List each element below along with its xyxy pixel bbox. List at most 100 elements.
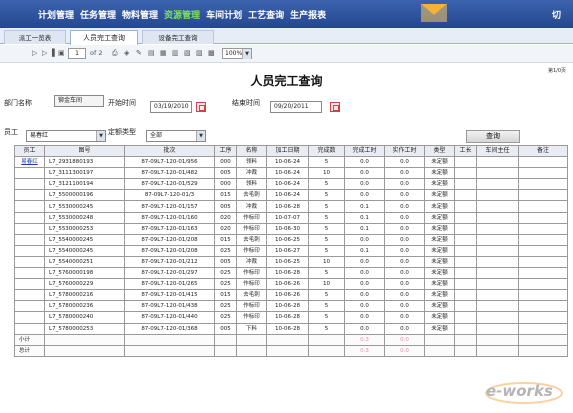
table-cell: [518, 278, 568, 291]
export-icon[interactable]: ◈: [124, 49, 129, 57]
table-cell: 5: [308, 189, 345, 202]
excel-export-icon[interactable]: ▦: [160, 49, 167, 57]
first-page-icon[interactable]: ▷: [32, 49, 37, 57]
table-cell: [236, 333, 267, 346]
table-cell: 020: [214, 222, 237, 235]
table-cell: [308, 344, 345, 357]
table-row: L7_3121100194 87-09L7-120-01/529 000 领料 10-0…: [14, 178, 568, 191]
calendar-icon[interactable]: [330, 102, 340, 112]
column-header: 车间主任: [476, 144, 519, 158]
table-cell: [476, 156, 519, 169]
column-header: 类型: [424, 144, 455, 158]
employee-select[interactable]: 易春红 ▼: [26, 130, 106, 142]
quota-type-value: 全部: [150, 132, 163, 139]
table-cell: [14, 255, 45, 269]
print-icon[interactable]: ⎙: [112, 49, 118, 58]
nav-item-6[interactable]: 生产报表: [290, 8, 326, 21]
table-cell: [454, 267, 477, 280]
table-cell: [476, 200, 519, 213]
table-cell: 015: [214, 233, 237, 246]
save-icon[interactable]: ▨: [196, 49, 203, 57]
table-cell: [14, 200, 45, 213]
column-header: 备注: [518, 144, 568, 158]
table-cell: 10-07-07: [266, 211, 309, 224]
table-cell: 作标印: [236, 267, 267, 280]
pdf-export-icon[interactable]: ▥: [172, 49, 179, 57]
table-cell: 冲裁: [236, 255, 267, 269]
table-cell: L7_2931880193: [44, 156, 125, 169]
table-cell: [14, 244, 45, 257]
table-cell: 005: [214, 322, 237, 335]
table-cell: [476, 233, 519, 246]
table-cell: [14, 167, 45, 180]
nav-item-2[interactable]: 物料管理: [122, 8, 158, 21]
column-header: 员工: [14, 144, 45, 158]
table-cell: [454, 333, 477, 346]
query-button[interactable]: 查询: [466, 130, 520, 143]
dept-label: 部门名称: [4, 99, 32, 107]
quota-type-select[interactable]: 全部 ▼: [146, 130, 206, 142]
table-cell: 0.0: [344, 300, 385, 313]
column-header: 工序: [214, 144, 237, 158]
table-cell: 005: [214, 255, 237, 269]
table-cell[interactable]: 易春红: [14, 156, 45, 169]
table-cell: [518, 311, 568, 324]
table-cell: 87-09L7-120-01/208: [124, 233, 215, 246]
table-cell: [518, 244, 568, 257]
table-cell: 10-06-26: [266, 278, 309, 291]
last-page-icon[interactable]: ▣: [58, 49, 65, 57]
table-cell: 0.0: [344, 189, 385, 202]
next-page-icon[interactable]: ▌: [52, 49, 57, 57]
table-cell: L7_3111300197: [44, 167, 125, 180]
nav-item-3[interactable]: 资源管理: [164, 8, 200, 21]
watermark-logo: e-works: [480, 374, 570, 408]
table-cell: 0.0: [344, 278, 385, 291]
table-cell: 5: [308, 222, 345, 235]
table-cell: [454, 233, 477, 246]
table-cell: 10-06-26: [266, 289, 309, 302]
nav-item-4[interactable]: 车间计划: [206, 8, 242, 21]
prev-page-icon[interactable]: ▷: [42, 49, 47, 57]
table-cell: L7_3121100194: [44, 178, 125, 191]
settings-icon[interactable]: ▩: [208, 49, 215, 57]
table-cell: L7_5540000245: [44, 233, 125, 246]
table-cell: 0.3: [344, 333, 385, 346]
image-export-icon[interactable]: ▧: [184, 49, 191, 57]
logout-link[interactable]: 切: [552, 8, 561, 21]
table-cell: 10-06-24: [266, 156, 309, 169]
table-cell: 87-09L7-120-01/157: [124, 200, 215, 213]
table-cell: [476, 322, 519, 335]
table-cell: 下料: [236, 322, 267, 335]
nav-item-5[interactable]: 工艺查询: [248, 8, 284, 21]
end-time-input[interactable]: 09/20/2011: [270, 101, 322, 113]
dept-field[interactable]: 铆金车间: [54, 95, 104, 107]
nav-item-0[interactable]: 计划管理: [38, 8, 74, 21]
table-cell: 5: [308, 178, 345, 191]
find-icon[interactable]: ✎: [136, 49, 142, 57]
word-export-icon[interactable]: ▤: [148, 49, 155, 57]
tab-dispatch-overview[interactable]: 派工一览表: [4, 30, 66, 44]
table-cell: 未定额: [424, 311, 455, 324]
table-row: L7_5540000245 87-09L7-120-01/208 025 作标印 10-…: [14, 244, 568, 257]
table-cell: 0.0: [384, 244, 425, 257]
nav-item-1[interactable]: 任务管理: [80, 8, 116, 21]
table-cell: 0.1: [344, 200, 385, 213]
table-cell: [518, 333, 568, 346]
table-cell: 025: [214, 278, 237, 291]
calendar-icon[interactable]: [196, 102, 206, 112]
zoom-select[interactable]: 100% ▼: [222, 48, 252, 59]
tab-staff-completion[interactable]: 人员完工查询: [70, 30, 138, 45]
table-cell: [476, 211, 519, 224]
table-cell: 015: [214, 289, 237, 302]
mail-icon[interactable]: [421, 4, 447, 22]
tab-equipment-completion[interactable]: 设备完工查询: [142, 30, 214, 44]
table-cell: 0.0: [384, 189, 425, 202]
table-cell: 领料: [236, 178, 267, 191]
employee-label: 员工: [4, 128, 18, 136]
table-cell: [14, 278, 45, 291]
start-time-input[interactable]: 03/19/2010: [150, 101, 192, 113]
table-cell: 未定额: [424, 233, 455, 246]
table-cell: 10-06-30: [266, 222, 309, 235]
page-number-input[interactable]: 1: [68, 48, 86, 59]
table-cell: 领料: [236, 156, 267, 169]
